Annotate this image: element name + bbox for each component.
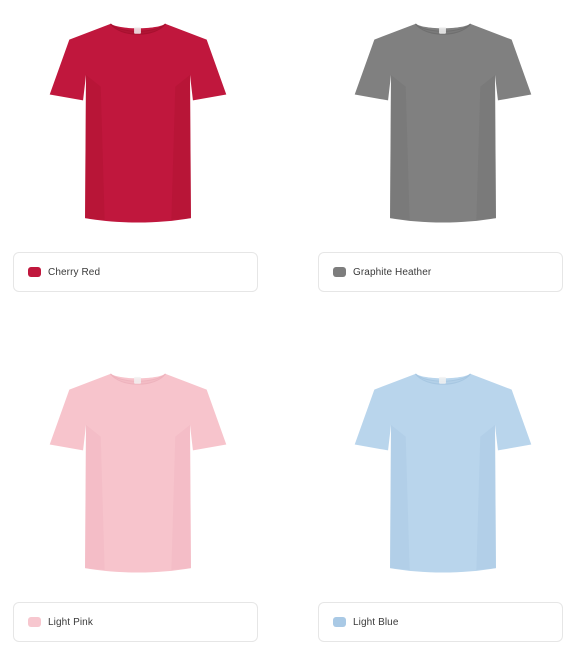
tshirt-icon [49, 23, 227, 223]
color-chip-icon [333, 617, 346, 627]
color-name: Light Pink [48, 616, 93, 628]
tshirt-tag [134, 26, 141, 34]
color-chip-icon [333, 267, 346, 277]
color-option-button[interactable]: Light Pink [13, 602, 258, 642]
product-image[interactable] [318, 352, 568, 582]
tshirt-tag [439, 376, 446, 384]
tshirt-body [49, 23, 227, 223]
tshirt-tag [439, 26, 446, 34]
product-image[interactable] [318, 2, 568, 232]
product-image[interactable] [13, 352, 263, 582]
tshirt-icon [354, 373, 532, 573]
color-chip-icon [28, 267, 41, 277]
product-image[interactable] [13, 2, 263, 232]
color-chip-icon [28, 617, 41, 627]
color-name: Graphite Heather [353, 266, 432, 278]
color-option-button[interactable]: Light Blue [318, 602, 563, 642]
color-option-button[interactable]: Cherry Red [13, 252, 258, 292]
color-name: Cherry Red [48, 266, 101, 278]
color-name: Light Blue [353, 616, 399, 628]
tshirt-body [354, 373, 532, 573]
tshirt-icon [354, 23, 532, 223]
color-option-button[interactable]: Graphite Heather [318, 252, 563, 292]
tshirt-body [49, 373, 227, 573]
tshirt-tag [134, 376, 141, 384]
tshirt-icon [49, 373, 227, 573]
tshirt-body [354, 23, 532, 223]
